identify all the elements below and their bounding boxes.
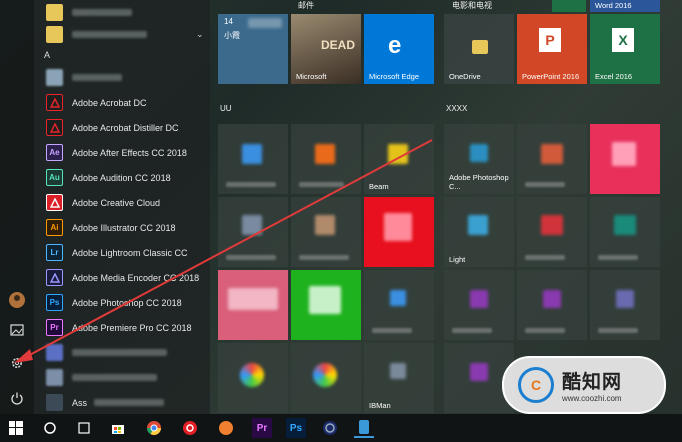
taskbar: Pr Ps — [0, 414, 682, 442]
orange-app-icon[interactable] — [216, 418, 236, 438]
netease-music-icon[interactable] — [180, 418, 200, 438]
photoshop-taskbar-icon[interactable]: Ps — [286, 418, 306, 438]
watermark: C 酷知网 www.coozhi.com — [502, 356, 666, 414]
premiere-taskbar-icon[interactable]: Pr — [252, 418, 272, 438]
store-icon[interactable] — [108, 418, 128, 438]
active-app-icon[interactable] — [354, 418, 374, 438]
watermark-name: 酷知网 — [562, 372, 623, 393]
task-view-icon[interactable] — [74, 418, 94, 438]
cinema4d-icon[interactable] — [320, 418, 340, 438]
watermark-logo: C — [518, 367, 554, 403]
search-circle-icon[interactable] — [40, 418, 60, 438]
chrome-icon[interactable] — [144, 418, 164, 438]
windows-start-icon[interactable] — [6, 418, 26, 438]
start-menu-screen: ⌄ A Adobe Acrobat DC Adobe Acrobat Distil… — [0, 0, 682, 442]
watermark-url: www.coozhi.com — [562, 394, 622, 403]
